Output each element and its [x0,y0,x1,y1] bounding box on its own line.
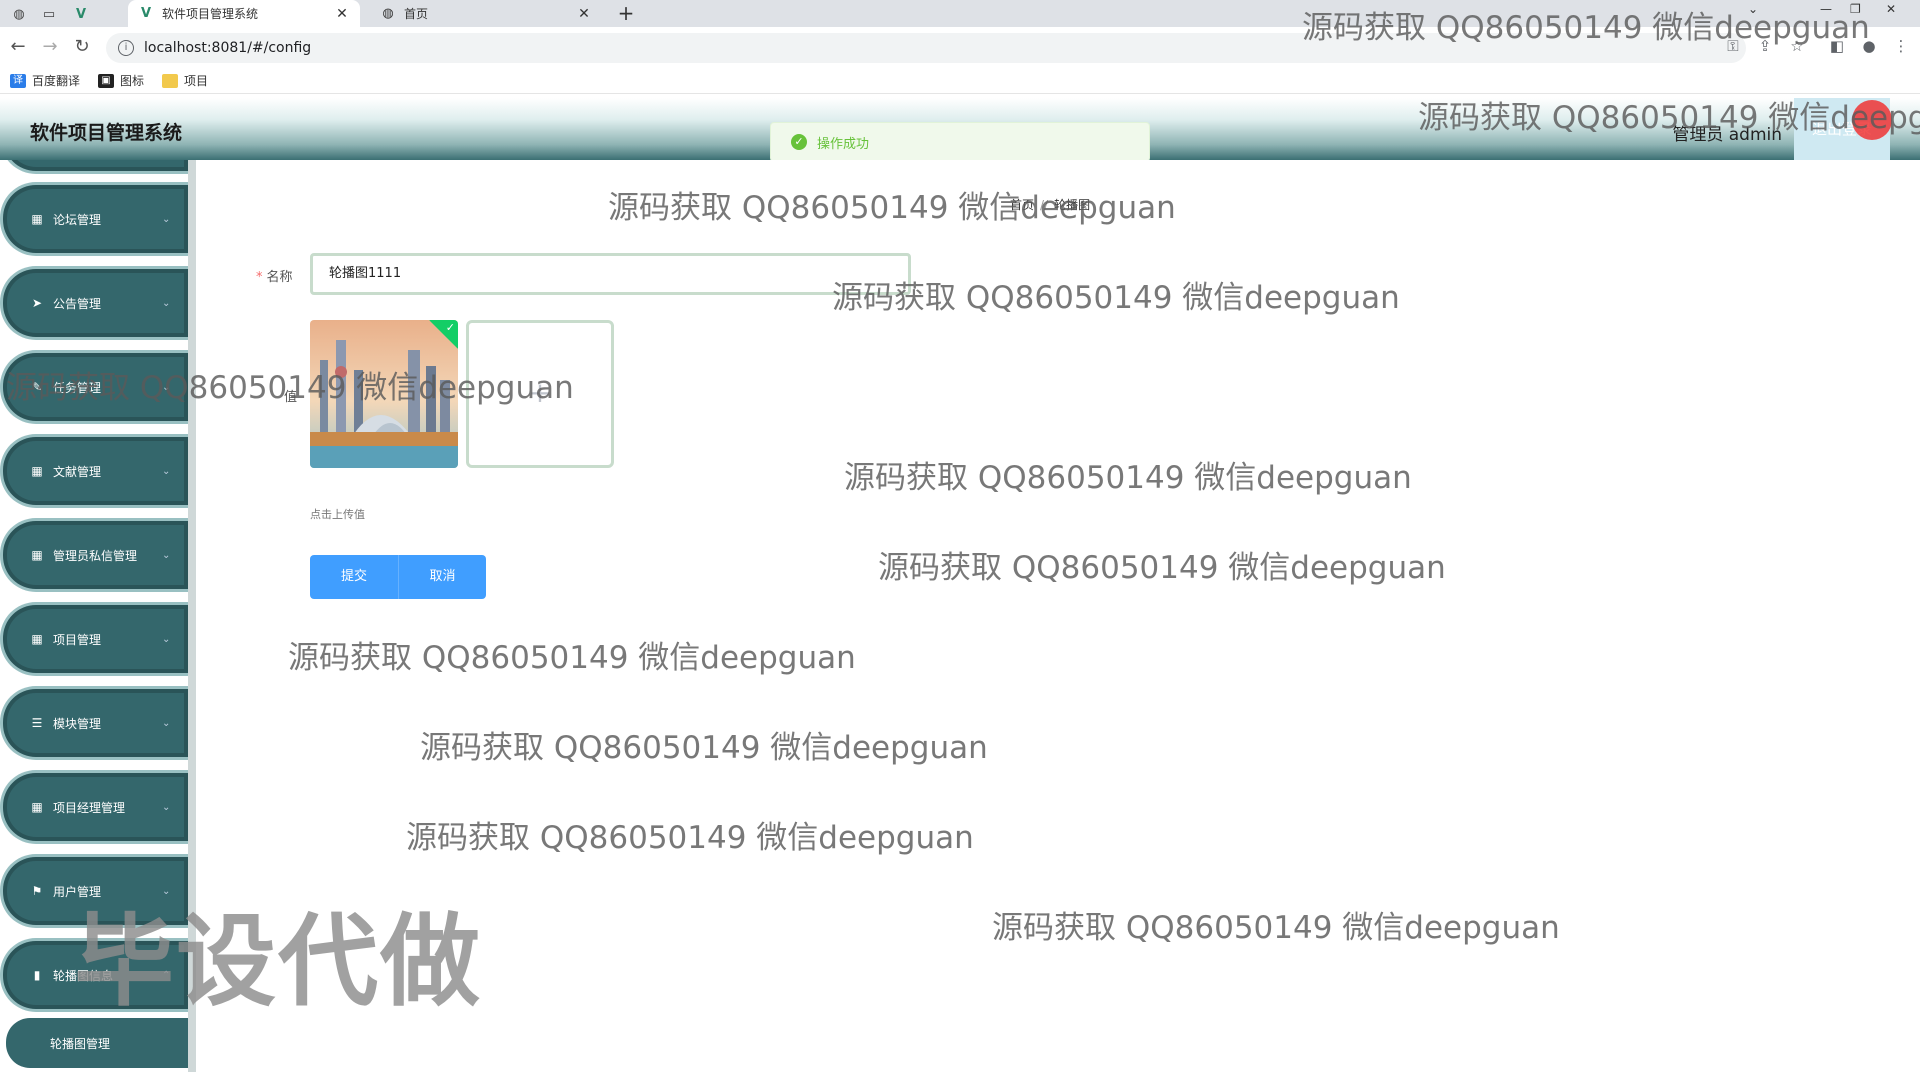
sidebar-item-label: 论坛管理 [53,212,102,227]
send-icon: ➤ [31,296,43,310]
kebab-menu-icon[interactable]: ⋮ [1890,37,1912,59]
sidebar-item-partial[interactable] [0,160,188,174]
browser-tab[interactable]: ◍ 首页 ✕ [370,0,602,27]
sidebar-subitem-label: 轮播图管理 [50,1036,111,1051]
watermark-text: 源码获取 QQ86050149 微信deepguan [878,550,1446,586]
sidebar-subitem-carousel-manage[interactable]: 轮播图管理 [6,1018,188,1068]
chevron-down-icon: ⌄ [162,465,171,477]
watermark-text: 源码获取 QQ86050149 微信deepguan [1418,100,1920,136]
watermark-text: 源码获取 QQ86050149 微信deepguan [1302,10,1870,46]
folder-icon [162,73,179,88]
watermark-text: 源码获取 QQ86050149 微信deepguan [844,460,1412,496]
watermark-text: 源码获取 QQ86050149 微信deepguan [608,190,1176,226]
sidebar-item-label: 模块管理 [53,716,102,731]
grid-icon: ▦ [31,800,43,814]
grid-icon: ▦ [31,464,43,478]
bookmark-item[interactable]: 项目 [162,72,208,89]
upload-hint: 点击上传值 [310,508,365,521]
watermark-text: 源码获取 QQ86050149 微信deepguan [420,730,988,766]
sidebar-item-module[interactable]: ☰ 模块管理 ⌄ [0,686,188,760]
watermark-text: 源码获取 QQ86050149 微信deepguan [832,280,1400,316]
bookmark-item[interactable]: 译 百度翻译 [10,72,80,89]
name-input[interactable]: 轮播图1111 [310,253,911,295]
forward-arrow-icon[interactable]: → [38,35,62,59]
bookmark-label: 百度翻译 [32,74,81,88]
app-title: 软件项目管理系统 [30,122,183,144]
grid-icon: ▦ [31,632,43,646]
translate-icon: 译 [10,73,26,88]
required-asterisk: * [256,270,263,285]
watermark-text: 源码获取 QQ86050149 微信deepguan [406,820,974,856]
check-icon: ✓ [445,321,455,334]
close-window-icon[interactable]: ✕ [1886,2,1896,16]
sidebar-item-label: 项目经理管理 [53,800,126,815]
info-icon[interactable]: i [118,40,134,56]
cancel-button[interactable]: 取消 [398,555,486,599]
toast-message: 操作成功 [817,136,870,152]
watermark-text: 源码获取 QQ86050149 微信deepguan [992,910,1560,946]
browser-tab-active[interactable]: V 软件项目管理系统 ✕ [128,0,360,27]
bookmark-label: 图标 [120,74,145,88]
tab-title: 软件项目管理系统 [162,7,259,21]
bookmarks-bar: 译 百度翻译 ▣ 图标 项目 [0,68,1920,94]
sidebar-item-label: 文献管理 [53,464,102,479]
sidebar-item-project-manager[interactable]: ▦ 项目经理管理 ⌄ [0,770,188,844]
globe-icon[interactable]: ◍ [8,3,30,25]
chevron-down-icon: ⌄ [162,213,171,225]
sidebar-item-notice[interactable]: ➤ 公告管理 ⌄ [0,266,188,340]
back-arrow-icon[interactable]: ← [6,35,30,59]
url-text: localhost:8081/#/config [144,40,312,56]
globe-icon: ◍ [382,6,394,21]
sidebar-item-label: 项目管理 [53,632,102,647]
reload-icon[interactable]: ↻ [70,35,94,59]
check-circle-icon: ✓ [791,134,807,150]
bookmark-label: 项目 [184,74,209,88]
grid-icon: ▦ [31,212,43,226]
chevron-down-icon: ⌄ [162,549,171,561]
blank-tab-icon[interactable]: ▭ [38,3,60,25]
sidebar-item-label: 公告管理 [53,296,102,311]
success-toast: ✓ 操作成功 [770,122,1150,162]
sidebar-item-project[interactable]: ▦ 项目管理 ⌄ [0,602,188,676]
image-icon: ▣ [98,73,115,88]
grid-icon: ▦ [31,548,43,562]
watermark-big-text: 毕设代做 [74,903,482,1020]
submit-button[interactable]: 提交 [310,555,398,599]
sidebar-item-label: 管理员私信管理 [53,548,138,563]
sidebar-item-forum[interactable]: ▦ 论坛管理 ⌄ [0,182,188,256]
close-tab-icon[interactable]: ✕ [576,6,592,22]
bookmark-item[interactable]: ▣ 图标 [98,72,144,89]
vue-logo-icon[interactable]: V [70,3,92,25]
new-tab-button[interactable]: + [614,1,638,25]
chevron-down-icon: ⌄ [162,801,171,813]
sidebar-item-admin-messages[interactable]: ▦ 管理员私信管理 ⌄ [0,518,188,592]
watermark-text: 源码获取 QQ86050149 微信deepguan [288,640,856,676]
tab-title: 首页 [404,7,429,21]
name-label-text: 名称 [266,270,293,285]
chart-icon: ▮ [33,968,41,982]
sliders-icon: ☰ [31,716,43,730]
watermark-text: 源码获取 QQ86050149 微信deepguan [6,370,574,406]
chevron-down-icon: ⌄ [162,717,171,729]
vue-logo-icon: V [140,6,152,21]
close-tab-icon[interactable]: ✕ [334,6,350,22]
flag-icon: ⚑ [31,884,43,898]
name-label: * 名称 [256,266,293,285]
chevron-down-icon: ⌄ [162,633,171,645]
sidebar-item-literature[interactable]: ▦ 文献管理 ⌄ [0,434,188,508]
chevron-down-icon: ⌄ [162,297,171,309]
